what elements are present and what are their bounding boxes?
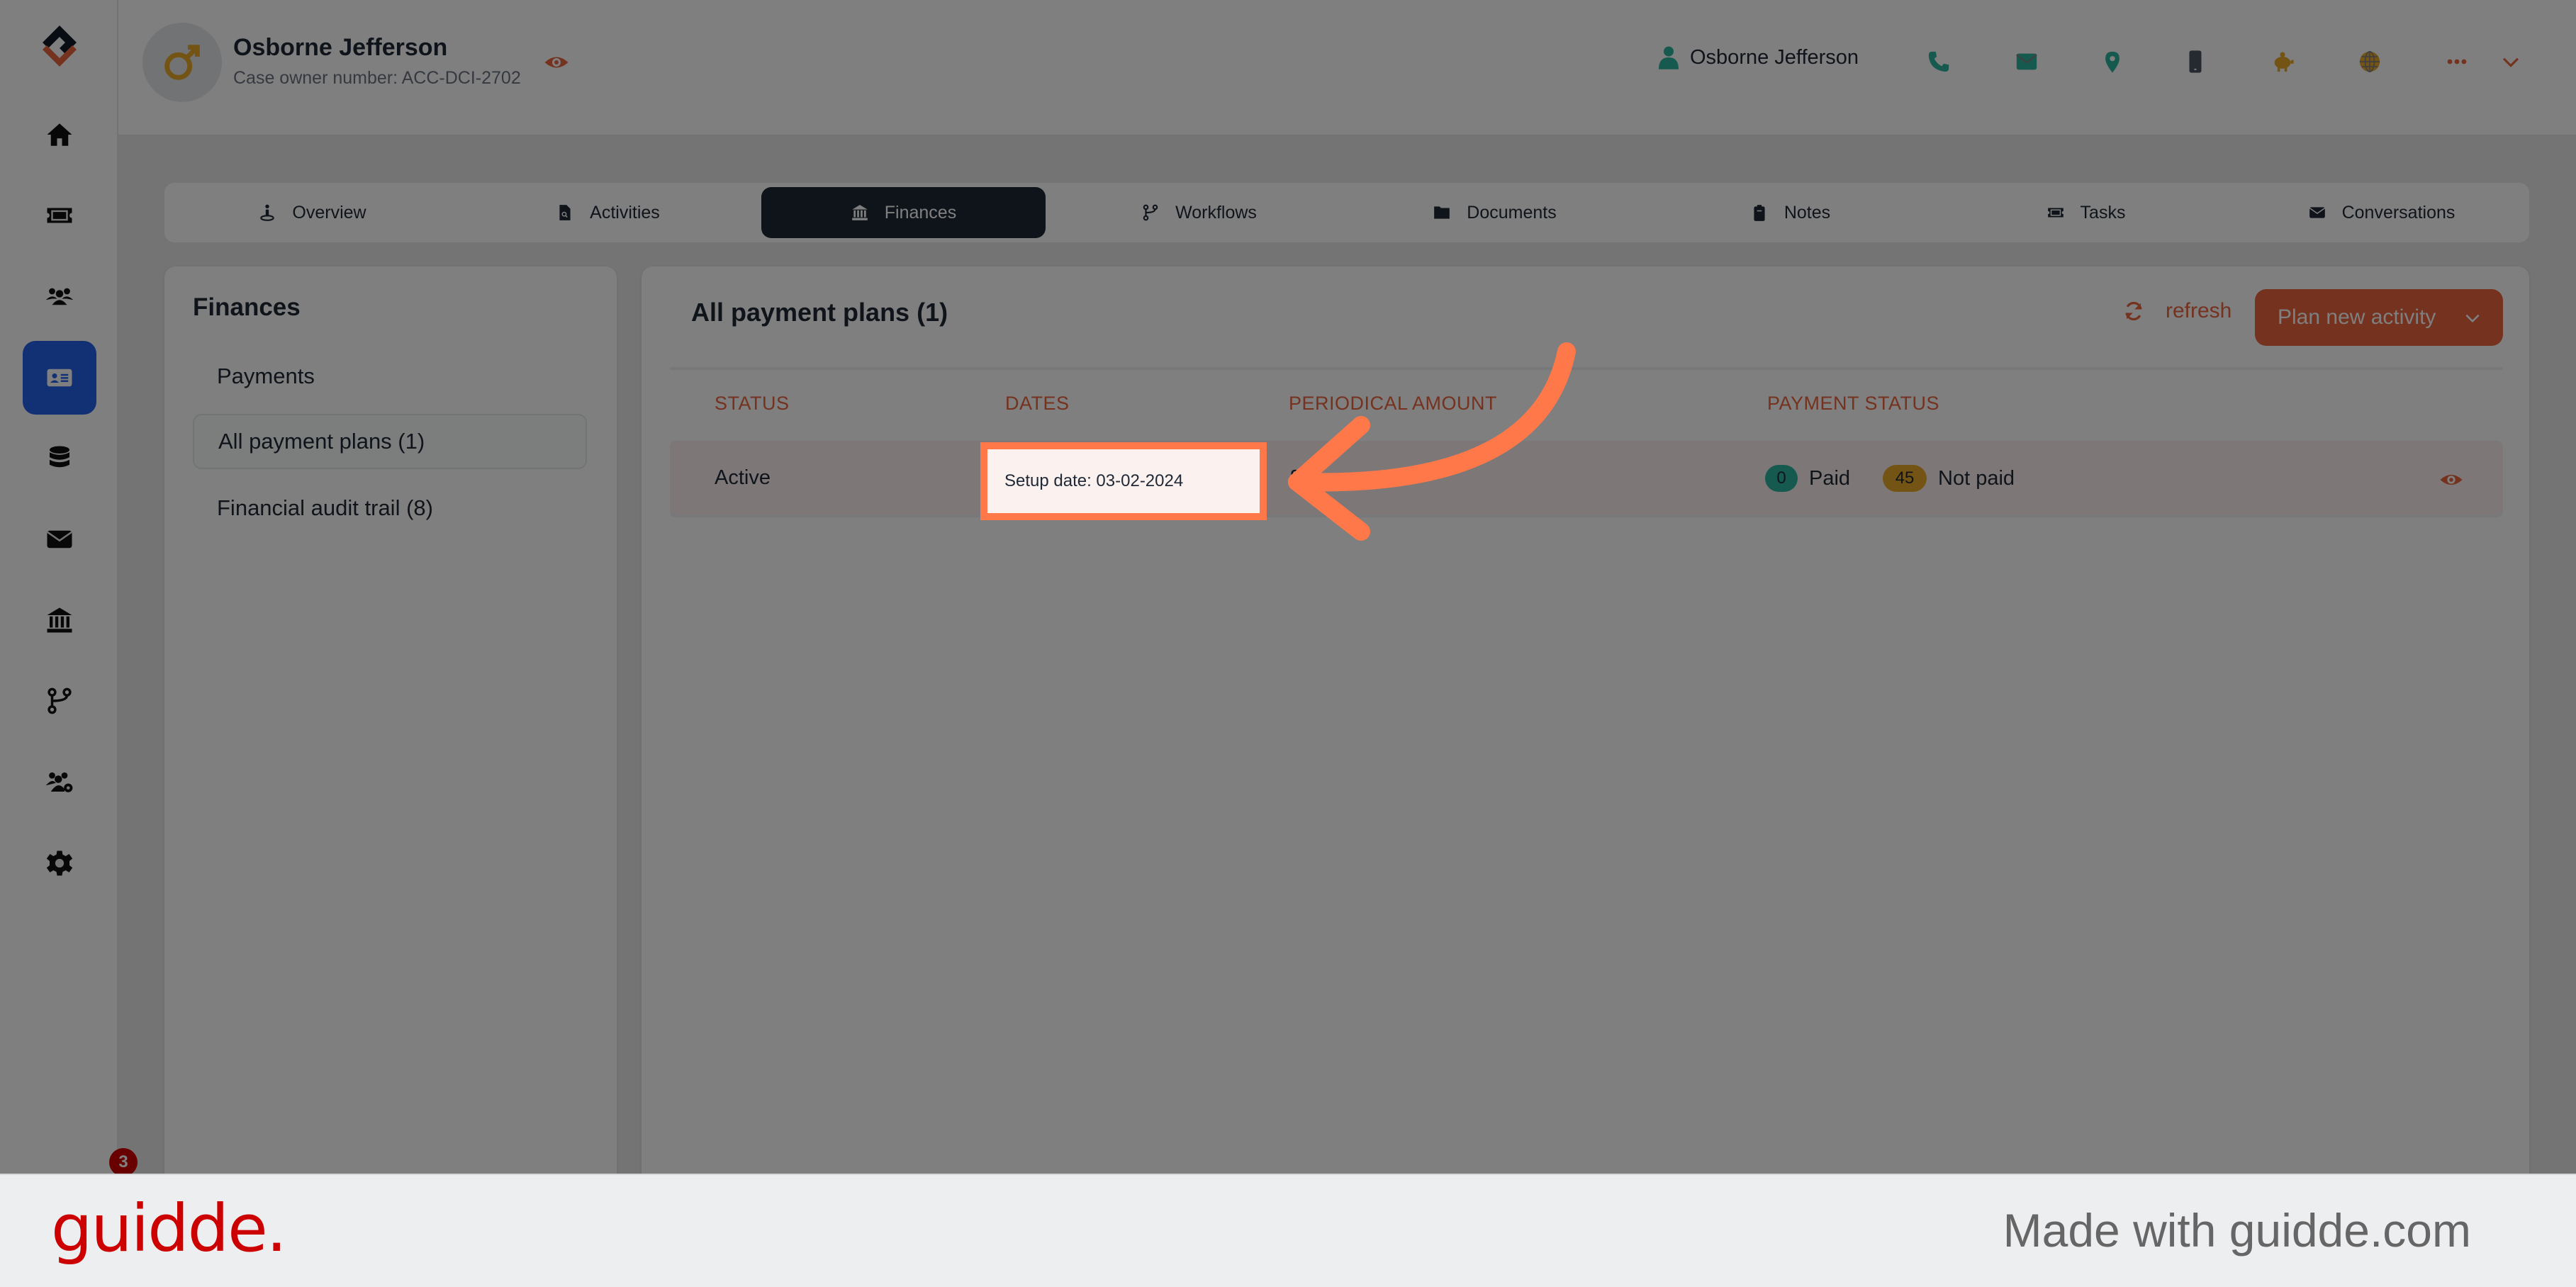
phone-icon[interactable]: [1927, 50, 1951, 74]
clipboard-icon: [1754, 205, 1765, 221]
sidebar-item-workflows[interactable]: [23, 664, 96, 738]
annotation-arrow-icon: [1288, 342, 1576, 541]
chevron-down-icon: [2465, 314, 2480, 323]
sidebar-item-team-settings[interactable]: [23, 745, 96, 819]
database-icon: [50, 446, 69, 468]
finances-menu-item-payment-plans[interactable]: All payment plans (1): [193, 414, 587, 469]
sidebar-item-messages[interactable]: [23, 502, 96, 576]
gear-icon: [46, 850, 73, 876]
tab-documents[interactable]: Documents: [1347, 187, 1642, 238]
file-search-icon: [559, 205, 571, 220]
tab-notes[interactable]: Notes: [1642, 187, 1938, 238]
refresh-icon: [2125, 301, 2142, 321]
envelope-icon: [46, 530, 73, 549]
tab-conversations[interactable]: Conversations: [2234, 187, 2529, 238]
made-with-text: Made with guidde.com: [2003, 1204, 2471, 1257]
location-pin-icon[interactable]: [2100, 50, 2124, 74]
finances-menu: Finances Payments All payment plans (1) …: [164, 266, 617, 1188]
envelope-icon[interactable]: [2015, 50, 2039, 74]
highlighted-setup-date[interactable]: Setup date: 03-02-2024: [980, 442, 1267, 520]
case-owner-name: Osborne Jefferson: [233, 34, 448, 61]
not-paid-count-badge: 45: [1883, 465, 1927, 492]
users-icon: [45, 288, 74, 305]
sidebar: [0, 0, 118, 1174]
sidebar-item-home[interactable]: [23, 98, 96, 172]
ticket-icon: [47, 208, 72, 223]
plan-status: Active: [715, 466, 771, 489]
avatar: [142, 23, 222, 102]
refresh-button[interactable]: refresh: [2123, 299, 2231, 323]
case-owner-number: Case owner number: ACC-DCI-2702: [233, 68, 521, 88]
plan-new-activity-button[interactable]: Plan new activity: [2255, 289, 2503, 346]
mobile-icon[interactable]: [2183, 50, 2207, 74]
column-header-payment-status: PAYMENT STATUS: [1767, 393, 1940, 414]
bank-icon: [851, 205, 868, 220]
payment-status: 0 Paid 45 Not paid: [1765, 465, 2015, 492]
folder-icon: [1434, 206, 1450, 219]
bank-icon: [47, 607, 72, 633]
piggy-bank-icon[interactable]: [2270, 50, 2295, 74]
column-header-dates: DATES: [1005, 393, 1070, 414]
sidebar-item-contacts[interactable]: [23, 259, 96, 333]
assigned-user-name: Osborne Jefferson: [1690, 45, 1859, 69]
id-card-icon: [47, 369, 72, 387]
tab-overview[interactable]: Overview: [164, 187, 460, 238]
guidde-logo: guidde.: [51, 1191, 287, 1266]
app-logo-icon[interactable]: [34, 21, 85, 72]
view-plan-eye-icon[interactable]: [2439, 468, 2463, 492]
more-icon[interactable]: [2445, 50, 2469, 74]
paid-label: Paid: [1809, 466, 1851, 490]
user-icon: [1659, 46, 1679, 69]
tab-tasks[interactable]: Tasks: [1938, 187, 2234, 238]
male-symbol-icon: [164, 45, 200, 80]
paid-count-badge: 0: [1765, 465, 1798, 492]
eye-icon[interactable]: [544, 50, 569, 75]
app: Osborne Jefferson Case owner number: ACC…: [0, 0, 2576, 1218]
globe-icon[interactable]: [2358, 50, 2382, 74]
finances-menu-item-audit-trail[interactable]: Financial audit trail (8): [193, 480, 587, 536]
guidde-footer: guidde. Made with guidde.com: [0, 1174, 2576, 1287]
sidebar-item-tickets[interactable]: [23, 179, 96, 252]
workflow-icon: [1143, 204, 1158, 221]
sidebar-item-settings[interactable]: [23, 826, 96, 900]
workflow-icon: [47, 687, 72, 714]
payment-plans-title: All payment plans (1): [691, 298, 948, 327]
chevron-down-icon[interactable]: [2499, 50, 2523, 74]
not-paid-label: Not paid: [1938, 466, 2015, 490]
notification-badge: 3: [109, 1148, 138, 1176]
tab-activities[interactable]: Activities: [460, 187, 756, 238]
envelope-icon: [2309, 207, 2325, 218]
tab-finances[interactable]: Finances: [761, 187, 1046, 238]
home-icon: [47, 123, 72, 146]
assigned-user[interactable]: Osborne Jefferson: [1659, 45, 1859, 69]
case-tabs: Overview Activities Finances Workflows D…: [164, 183, 2529, 242]
finances-menu-title: Finances: [193, 293, 301, 321]
case-header: Osborne Jefferson Case owner number: ACC…: [118, 0, 2576, 136]
person-pin-icon: [260, 204, 275, 221]
users-gear-icon: [45, 772, 73, 792]
sidebar-item-database[interactable]: [23, 422, 96, 495]
sidebar-item-cases[interactable]: [23, 341, 96, 415]
sidebar-item-finances[interactable]: [23, 583, 96, 657]
finances-menu-item-payments[interactable]: Payments: [193, 349, 587, 404]
column-header-status: STATUS: [715, 393, 790, 414]
ticket-icon: [2047, 208, 2063, 218]
tab-workflows[interactable]: Workflows: [1051, 187, 1347, 238]
